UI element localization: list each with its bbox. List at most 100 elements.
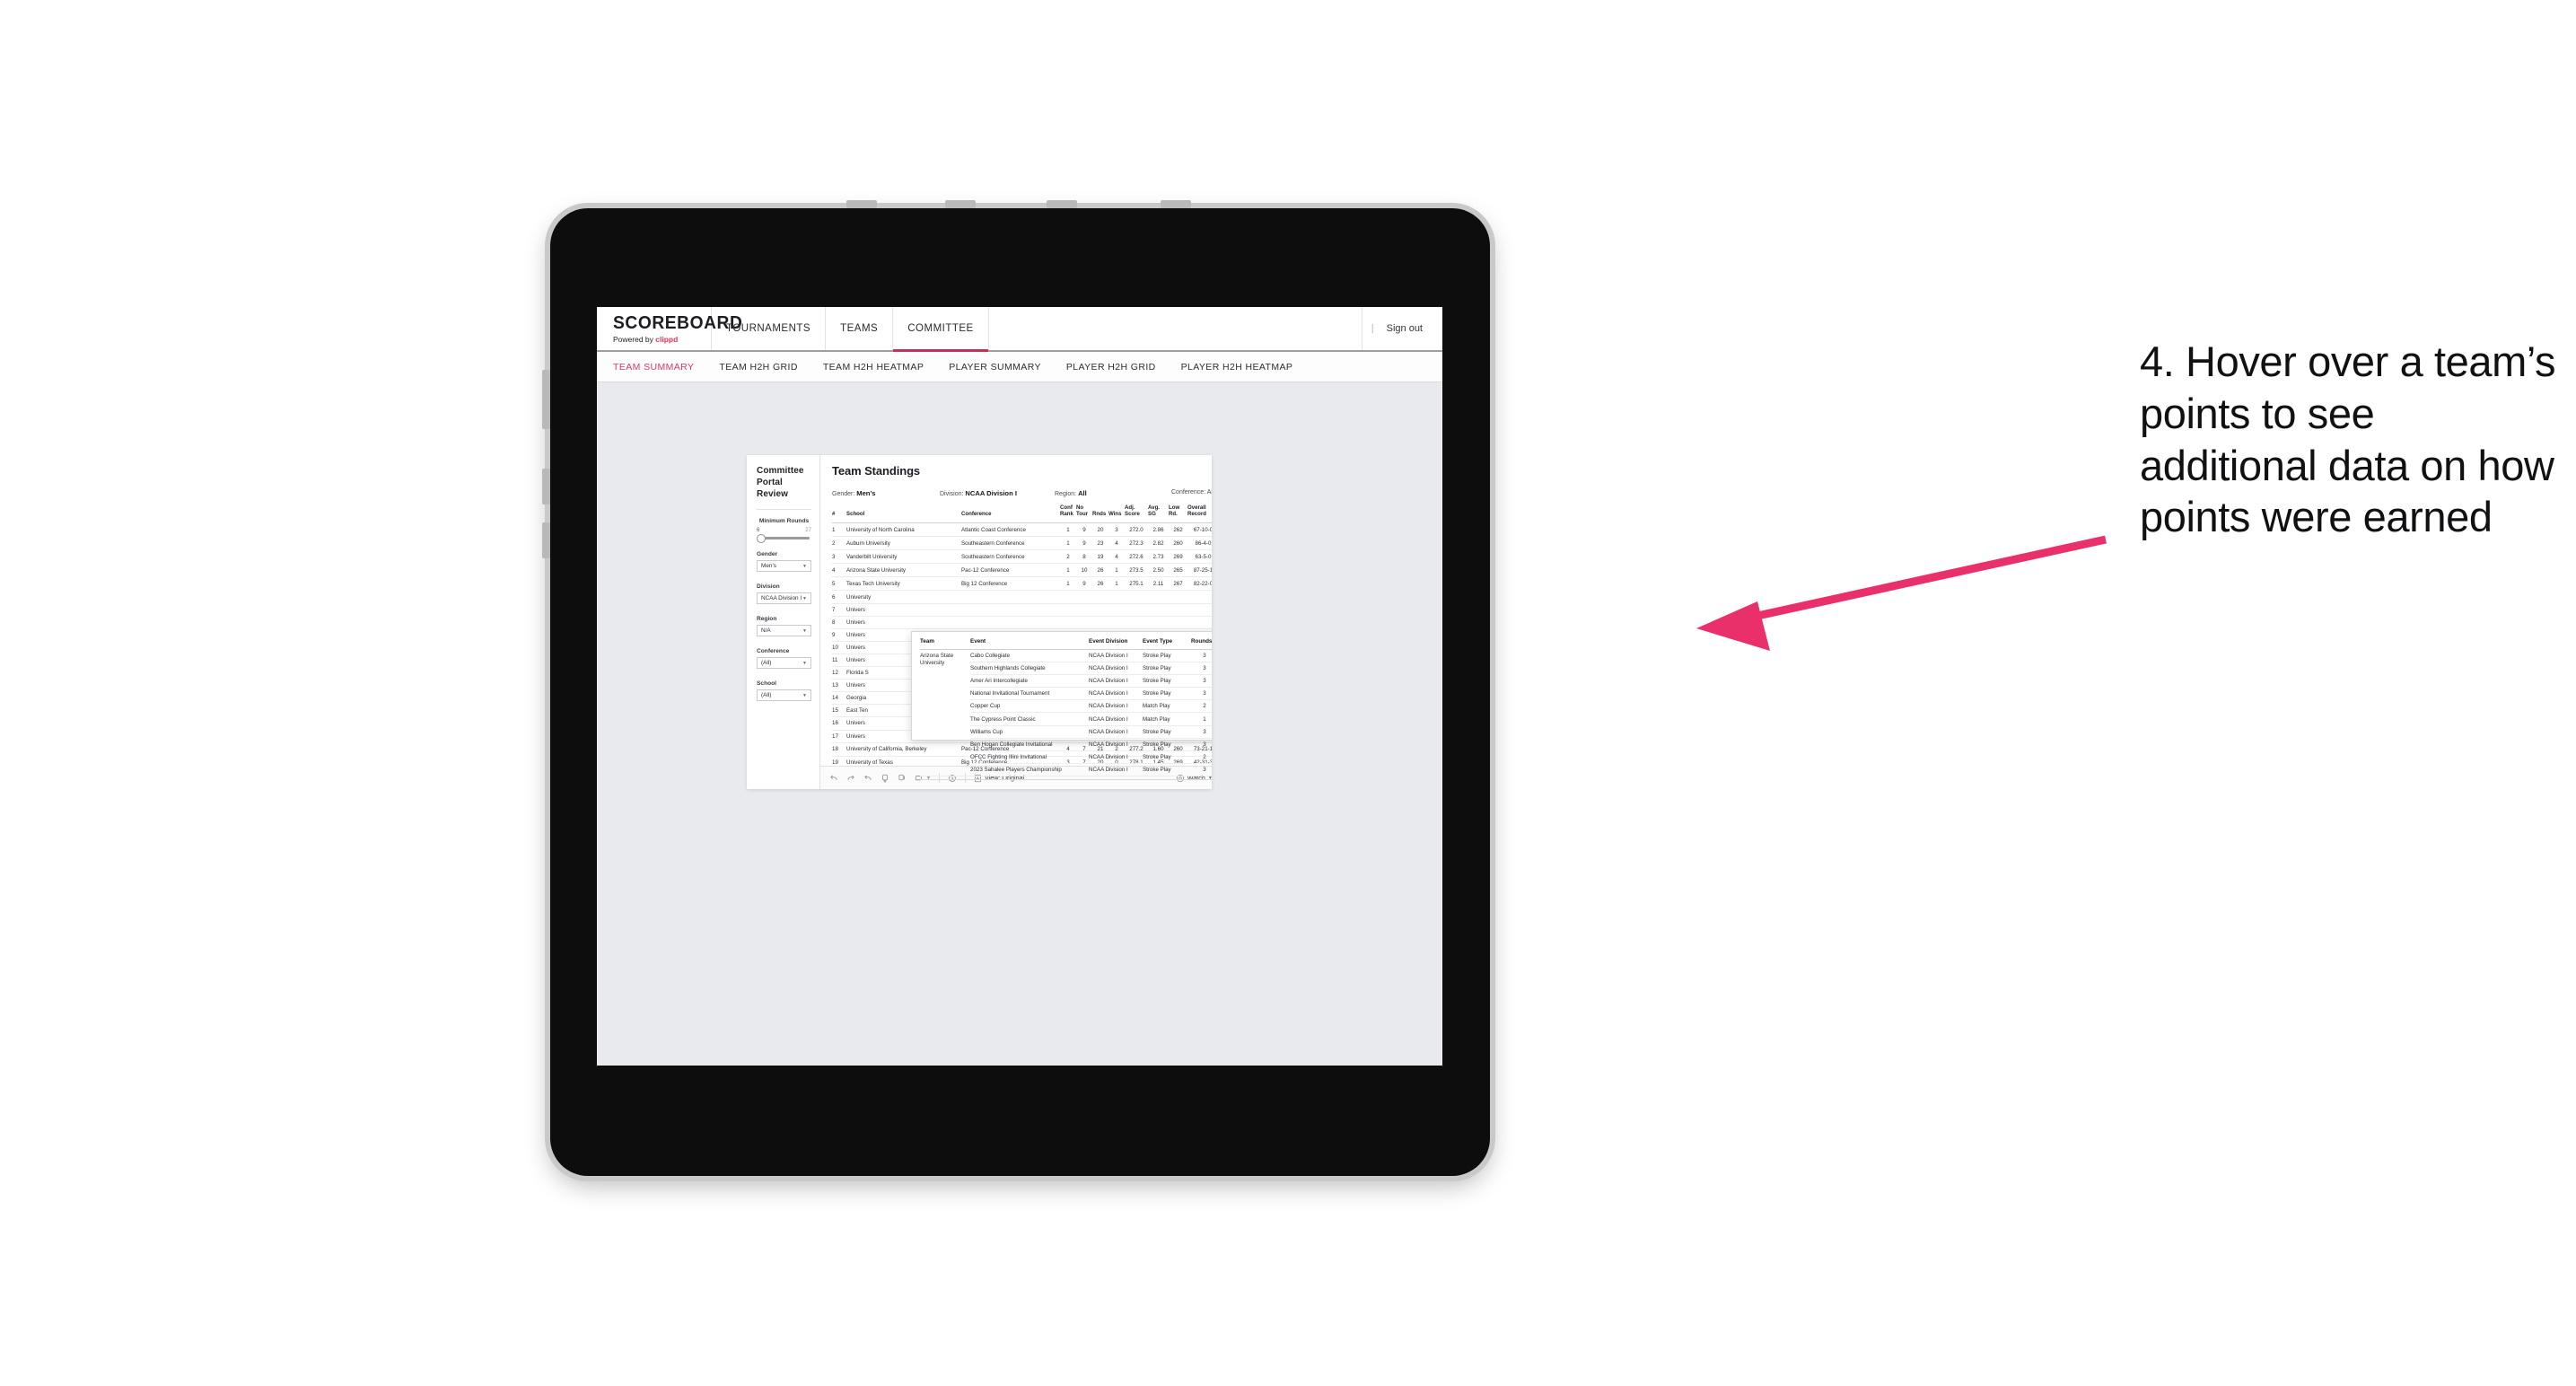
conference-value: (All) <box>761 660 772 667</box>
col-overall-record[interactable]: Overall Record <box>1187 504 1212 524</box>
tooltip-header-row: Team Event Event Division Event Type Rou… <box>920 638 1212 650</box>
undo-icon[interactable] <box>829 774 838 783</box>
cell-adj-score: 272.6 <box>1125 549 1148 565</box>
cell-no-tour: 8 <box>1076 549 1092 565</box>
division-select[interactable]: NCAA Division I ▼ <box>757 592 811 605</box>
col-conf-rank[interactable]: Conf Rank <box>1060 504 1076 524</box>
tooltip-cell-event-division: NCAA Division I <box>1089 738 1143 751</box>
chevron-down-icon: ▼ <box>802 595 807 601</box>
redo-icon[interactable] <box>846 774 855 783</box>
cell-overall-record: 82-22-0 <box>1187 576 1212 592</box>
cell-school: Vanderbilt University <box>846 549 961 565</box>
cell-school: Univers <box>846 603 961 617</box>
cell-no-tour: 10 <box>1076 563 1092 578</box>
conference-select[interactable]: (All) ▼ <box>757 657 811 670</box>
table-row[interactable]: 6 University <box>832 590 1212 604</box>
device-left-button-1 <box>542 370 550 429</box>
cell-rnds <box>1092 590 1108 604</box>
app-top-navigation: SCOREBOARD Powered by clippd TOURNAMENTS… <box>597 307 1442 352</box>
powered-by-name: clippd <box>655 334 679 344</box>
revert-icon[interactable] <box>863 774 872 783</box>
tablet-device: SCOREBOARD Powered by clippd TOURNAMENTS… <box>542 200 1490 1176</box>
tooltip-col-team: Team <box>920 638 970 650</box>
cell-wins: 4 <box>1108 536 1125 551</box>
cell-adj-score: 272.3 <box>1125 536 1148 551</box>
topnav-item-teams[interactable]: TEAMS <box>826 307 894 350</box>
cell-adj-score: 275.1 <box>1125 576 1148 592</box>
cell-school: Texas Tech University <box>846 576 961 592</box>
tooltip-cell-event-division: NCAA Division I <box>1089 662 1143 676</box>
table-row[interactable]: 3 Vanderbilt University Southeastern Confe… <box>832 549 1212 565</box>
tab-team-summary[interactable]: TEAM SUMMARY <box>613 362 694 373</box>
school-select[interactable]: (All) ▼ <box>757 689 811 702</box>
table-row[interactable]: 8 Univers <box>832 616 1212 629</box>
device-top-button-1 <box>846 200 877 208</box>
filter-group-gender: Gender Men’s ▼ <box>757 551 811 573</box>
tooltip-cell-event-type: Stroke Play <box>1143 674 1191 689</box>
col-conference[interactable]: Conference <box>961 505 1060 524</box>
cell-overall-record <box>1187 603 1212 617</box>
table-row[interactable]: 1 University of North Carolina Atlantic Co… <box>832 522 1212 538</box>
cell-no-tour: 9 <box>1076 522 1092 538</box>
topnav-spacer <box>989 307 1362 350</box>
tab-player-h2h-grid[interactable]: PLAYER H2H GRID <box>1066 362 1156 373</box>
col-school[interactable]: School <box>846 505 961 524</box>
col-adj-score[interactable]: Adj. Score <box>1125 504 1148 524</box>
tooltip-row: Arizona State University Cabo Collegiate N… <box>920 649 1212 776</box>
cell-no-tour <box>1076 616 1092 629</box>
region-select[interactable]: N/A ▼ <box>757 625 811 637</box>
minimum-rounds-label: Minimum Rounds <box>758 518 810 525</box>
col-no-tour[interactable]: No Tour <box>1076 504 1092 524</box>
gender-select[interactable]: Men’s ▼ <box>757 560 811 573</box>
tooltip-cell-rounds: 3 <box>1191 725 1212 739</box>
slider-thumb[interactable] <box>757 533 766 543</box>
tooltip-cell-event-type: Stroke Play <box>1143 750 1191 764</box>
tooltip-table: Team Event Event Division Event Type Rou… <box>920 638 1212 776</box>
table-row[interactable]: 2 Auburn University Southeastern Conferenc… <box>832 536 1212 551</box>
tab-team-h2h-grid[interactable]: TEAM H2H GRID <box>719 362 797 373</box>
cell-adj-score: 272.0 <box>1125 522 1148 538</box>
tooltip-cell-event-division: NCAA Division I <box>1089 750 1143 764</box>
col-rnds[interactable]: Rnds <box>1092 505 1108 524</box>
tab-player-summary[interactable]: PLAYER SUMMARY <box>949 362 1041 373</box>
cell-adj-score <box>1125 616 1148 629</box>
refresh-icon[interactable] <box>881 774 889 783</box>
gender-label: Gender <box>757 551 778 558</box>
col-avg-sg[interactable]: Avg. SG <box>1148 504 1169 524</box>
minimum-rounds-slider[interactable] <box>757 533 810 543</box>
school-label: School <box>757 680 776 688</box>
signout-link[interactable]: Sign out <box>1387 323 1423 334</box>
cell-rnds <box>1092 616 1108 629</box>
col-wins[interactable]: Wins <box>1108 505 1125 524</box>
col-low-rd[interactable]: Low Rd. <box>1169 504 1187 524</box>
cell-rank: 7 <box>832 603 846 617</box>
filter-group-division: Division NCAA Division I ▼ <box>757 583 811 605</box>
visualization-card: Committee Portal Review Minimum Rounds 6… <box>747 455 1212 789</box>
tooltip-col-event: Event <box>970 638 1089 650</box>
cell-rank: 2 <box>832 536 846 551</box>
summary-conference-value: All <box>1206 489 1212 496</box>
division-label: Division <box>757 583 780 591</box>
tab-team-h2h-heatmap[interactable]: TEAM H2H HEATMAP <box>823 362 924 373</box>
cell-overall-record: 67-10-0 <box>1187 522 1212 538</box>
table-row[interactable]: 7 Univers <box>832 603 1212 617</box>
cell-avg-sg: 2.73 <box>1148 549 1169 565</box>
summary-region-value: All <box>1078 489 1087 498</box>
topnav-item-committee[interactable]: COMMITTEE <box>893 307 989 352</box>
table-row[interactable]: 4 Arizona State University Pac-12 Conferen… <box>832 563 1212 578</box>
pause-auto-update-icon[interactable] <box>898 774 907 783</box>
tooltip-body: Arizona State University Cabo Collegiate N… <box>920 649 1212 776</box>
cell-low-rd: 265 <box>1169 563 1187 578</box>
cell-adj-score <box>1125 590 1148 604</box>
table-row[interactable]: 5 Texas Tech University Big 12 Conference 1… <box>832 576 1212 592</box>
page-title: Team Standings <box>832 464 921 478</box>
cell-wins: 3 <box>1108 522 1125 538</box>
brand-logo[interactable]: SCOREBOARD Powered by clippd <box>597 307 742 350</box>
tab-player-h2h-heatmap[interactable]: PLAYER H2H HEATMAP <box>1181 362 1293 373</box>
tooltip-col-event-division: Event Division <box>1089 638 1143 650</box>
col-rank[interactable]: # <box>832 505 846 524</box>
topnav-item-tournaments[interactable]: TOURNAMENTS <box>712 307 827 350</box>
cell-wins <box>1108 603 1125 617</box>
cell-low-rd: 260 <box>1169 536 1187 551</box>
cell-rank: 18 <box>832 742 846 757</box>
